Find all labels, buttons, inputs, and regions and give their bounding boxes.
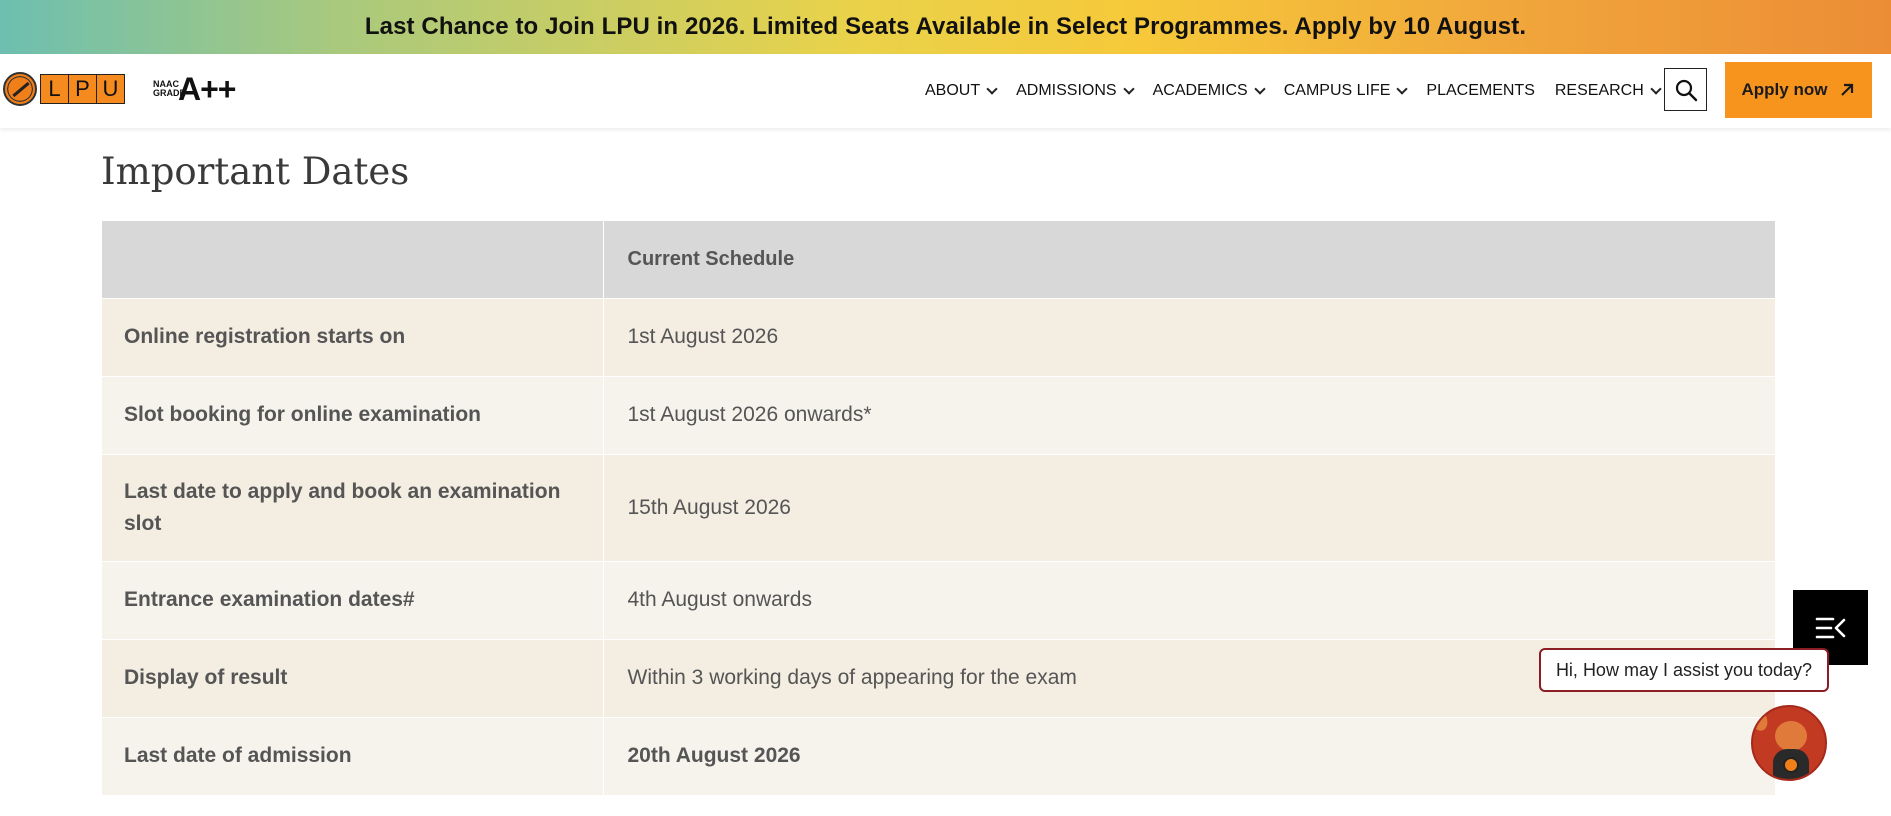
chevron-down-icon [1396,83,1409,95]
column-header [102,221,604,299]
important-dates-table: Current Schedule Online registration sta… [102,221,1776,796]
event-cell: Last date of admission [102,717,604,796]
mascot-badge [1783,757,1799,773]
promo-banner[interactable]: Last Chance to Join LPU in 2026. Limited… [0,0,1891,54]
main-nav: ABOUT ADMISSIONS ACADEMICS CAMPUS LIFE P… [925,54,1680,128]
search-icon [1675,79,1697,101]
nav-label: ADMISSIONS [1016,82,1117,99]
table-row: Display of result Within 3 working days … [102,639,1776,718]
event-cell: Slot booking for online examination [102,376,604,455]
nav-about[interactable]: ABOUT [925,82,998,100]
nav-campus-life[interactable]: CAMPUS LIFE [1283,82,1409,100]
logo-letter: P [68,74,97,104]
search-button[interactable] [1664,68,1707,111]
nav-label: PLACEMENTS [1426,82,1535,99]
apply-now-button[interactable]: Apply now [1725,62,1872,118]
nav-placements[interactable]: PLACEMENTS [1426,82,1534,100]
event-cell: Last date to apply and book an examinati… [102,454,604,562]
naac-label: NAAC GRADE [153,79,186,98]
naac-grade: A++ [178,70,236,107]
date-cell: 1st August 2026 [603,298,1776,377]
promo-text: Last Chance to Join LPU in 2026. Limited… [364,13,1527,40]
table-row: Online registration starts on 1st August… [102,298,1776,377]
event-cell: Display of result [102,639,604,718]
site-header: L P U NAAC GRADE A++ ABOUT ADMISSIONS AC… [0,54,1891,128]
apply-label: Apply now [1741,80,1828,99]
chevron-down-icon [1122,83,1135,95]
chevron-down-icon [1650,83,1662,95]
mascot-face [1775,721,1807,751]
nav-label: CAMPUS LIFE [1283,82,1391,99]
event-cell: Online registration starts on [102,298,604,377]
nav-label: ACADEMICS [1152,82,1248,99]
date-cell: 1st August 2026 onwards* [603,376,1776,455]
column-header: Current Schedule [603,221,1776,299]
table-header-row: Current Schedule [102,221,1776,299]
logo-letter: U [96,74,125,104]
chevron-down-icon [986,83,998,95]
menu-collapse-icon [1815,617,1845,638]
nav-research[interactable]: RESEARCH [1554,82,1662,100]
nav-academics[interactable]: ACADEMICS [1152,82,1266,100]
nav-label: ABOUT [925,82,981,99]
table-row: Last date of admission 20th August 2026 [102,717,1776,796]
chevron-down-icon [1254,83,1266,95]
table-row: Entrance examination dates# 4th August o… [102,561,1776,640]
mascot-hand [1753,707,1771,734]
page-title: Important Dates [101,150,410,193]
table-row: Last date to apply and book an examinati… [102,454,1776,562]
event-cell: Entrance examination dates# [102,561,604,640]
chat-prompt-text: Hi, How may I assist you today? [1555,659,1813,680]
logo-letter: L [40,74,69,104]
chat-prompt-bubble[interactable]: Hi, How may I assist you today? [1539,648,1829,692]
lpu-logo[interactable]: L P U [3,71,125,107]
date-cell: 15th August 2026 [603,454,1776,562]
date-cell: 20th August 2026 [603,717,1776,796]
naac-badge: NAAC GRADE A++ [153,70,236,107]
lpu-emblem-icon [3,72,37,106]
chatbot-mascot-icon[interactable] [1751,705,1827,781]
arrow-up-right-icon [1841,83,1854,96]
table-row: Slot booking for online examination 1st … [102,376,1776,455]
date-cell: 4th August onwards [603,561,1776,640]
nav-label: RESEARCH [1554,82,1644,99]
nav-admissions[interactable]: ADMISSIONS [1016,82,1135,100]
